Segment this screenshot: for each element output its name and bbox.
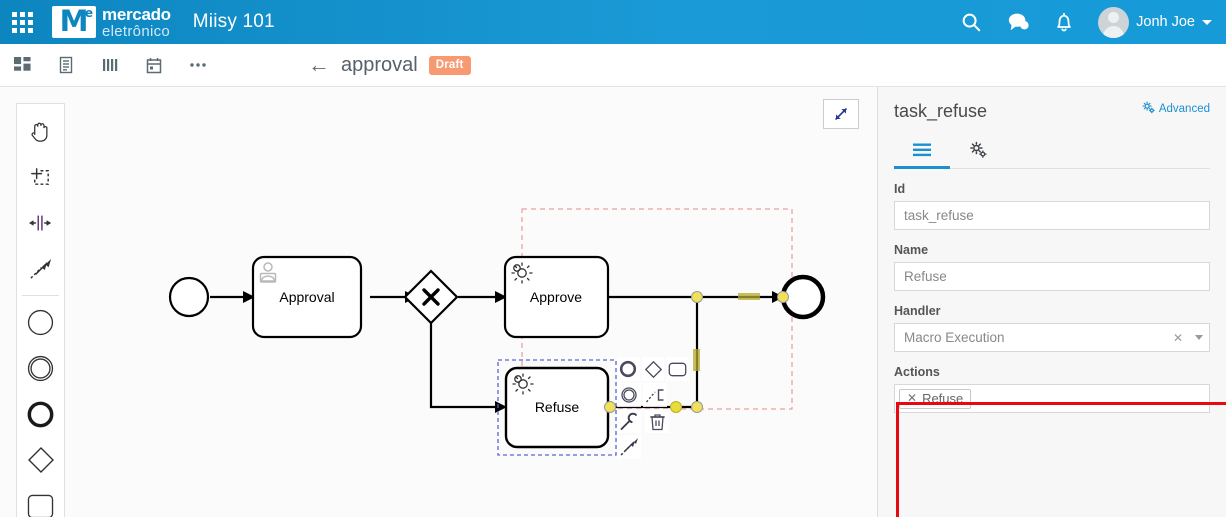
append-end-event-icon[interactable] — [617, 357, 640, 381]
start-event — [168, 276, 210, 318]
brand-logo[interactable]: M mercado eletrônico — [52, 6, 171, 39]
palette-divider — [22, 295, 59, 296]
dashboard-icon[interactable] — [0, 44, 44, 87]
connect-tool-icon[interactable] — [17, 246, 64, 292]
end-event-icon[interactable] — [17, 391, 64, 437]
page-title: approval — [341, 53, 418, 76]
properties-fields: Id Name Handler ✕ Actions ✕ Refuse — [894, 182, 1226, 517]
more-icon[interactable] — [176, 44, 220, 87]
bpmn-diagram: Approval Approve Refuse — [168, 208, 826, 456]
handler-select[interactable] — [894, 323, 1210, 352]
name-field[interactable] — [894, 262, 1210, 291]
lasso-tool-icon[interactable] — [17, 154, 64, 200]
change-type-icon[interactable] — [617, 409, 641, 433]
app-title: Miisy 101 — [192, 11, 275, 32]
hamburger-icon — [913, 143, 931, 162]
space-tool-icon[interactable] — [17, 200, 64, 246]
id-field-label: Id — [894, 182, 906, 196]
append-text-annotation-icon[interactable] — [643, 383, 667, 407]
avatar — [1098, 6, 1130, 38]
top-bar-actions: Jonh Joe — [960, 6, 1212, 38]
secondary-toolbar: ← approval Draft — [0, 44, 1226, 87]
start-event-icon[interactable] — [17, 299, 64, 345]
intermediate-event-icon[interactable] — [17, 345, 64, 391]
bpmn-canvas[interactable]: Approval Approve Refuse — [0, 87, 878, 517]
gears-icon — [1142, 101, 1155, 117]
top-navigation-bar: M mercado eletrônico Miisy 101 — [0, 0, 1226, 44]
columns-icon[interactable] — [88, 44, 132, 87]
id-field[interactable] — [894, 201, 1210, 230]
actions-field-label: Actions — [894, 365, 940, 379]
user-name-label: Jonh Joe — [1136, 14, 1195, 30]
bpmn-palette[interactable] — [16, 103, 65, 517]
tab-settings[interactable] — [950, 136, 1006, 168]
action-tag[interactable]: ✕ Refuse — [899, 388, 972, 409]
grid-apps-icon — [11, 11, 33, 33]
brand-line-2: eletrônico — [102, 22, 171, 40]
highlight-annotation — [896, 402, 1226, 517]
task-approve-label: Approve — [530, 289, 582, 305]
handler-field-label: Handler — [894, 304, 941, 318]
task-approval-label: Approval — [279, 289, 334, 305]
append-gateway-icon[interactable] — [641, 357, 665, 381]
append-intermediate-event-icon[interactable] — [617, 383, 641, 407]
context-pad[interactable] — [617, 357, 690, 459]
connect-icon[interactable] — [617, 435, 641, 459]
main-body: Approval Approve Refuse task_refuse Adva… — [0, 87, 1226, 517]
task-refuse-label: Refuse — [535, 399, 580, 415]
name-field-label: Name — [894, 243, 929, 257]
list-icon[interactable] — [44, 44, 88, 87]
status-badge: Draft — [428, 55, 471, 75]
properties-panel-header: task_refuse Advanced — [894, 101, 1210, 122]
handler-select-wrap: ✕ — [894, 323, 1210, 352]
document-header: ← approval Draft — [308, 54, 471, 77]
advanced-label: Advanced — [1158, 103, 1210, 115]
append-task-icon[interactable] — [666, 357, 690, 381]
brand-wordmark: mercado eletrônico — [102, 6, 171, 39]
tab-general[interactable] — [894, 136, 950, 169]
expand-diagonal-icon[interactable] — [823, 99, 859, 129]
hand-tool-icon[interactable] — [17, 108, 64, 154]
properties-panel: task_refuse Advanced Id task_refuse Name… — [878, 87, 1226, 517]
properties-panel-title: task_refuse — [894, 101, 988, 121]
advanced-link[interactable]: Advanced — [1142, 101, 1210, 117]
back-arrow-icon[interactable]: ← — [308, 54, 330, 76]
search-icon[interactable] — [960, 11, 982, 33]
gears-icon — [969, 141, 988, 164]
calendar-icon[interactable] — [132, 44, 176, 87]
chevron-down-icon — [1202, 19, 1212, 25]
app-launcher-button[interactable] — [0, 0, 44, 44]
action-tag-label: Refuse — [922, 390, 964, 406]
actions-tag-input[interactable]: ✕ Refuse — [894, 384, 1210, 413]
task-icon[interactable] — [17, 483, 64, 517]
properties-tabs — [894, 136, 1210, 169]
brand-mark-icon: M — [52, 6, 96, 38]
brand-line-1: mercado — [102, 4, 171, 24]
remove-tag-icon[interactable]: ✕ — [907, 391, 917, 405]
bell-icon[interactable] — [1054, 11, 1074, 34]
chat-icon[interactable] — [1006, 11, 1030, 33]
user-menu[interactable]: Jonh Joe — [1098, 6, 1212, 38]
delete-icon[interactable] — [645, 409, 669, 433]
gateway-icon[interactable] — [17, 437, 64, 483]
